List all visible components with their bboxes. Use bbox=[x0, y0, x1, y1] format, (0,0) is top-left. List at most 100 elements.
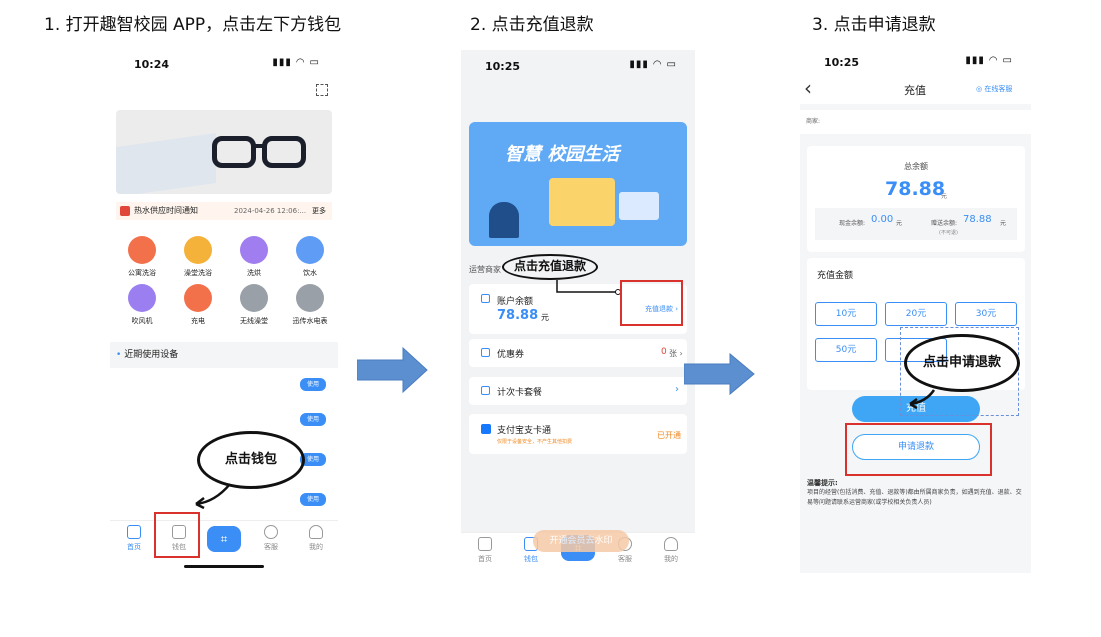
service-item[interactable]: 饮水 bbox=[284, 236, 336, 278]
amount-title: 充值金额 bbox=[817, 271, 854, 281]
amount-option-20[interactable]: 20元 bbox=[885, 302, 947, 326]
status-bar: 10:24 ▮▮▮ ◠ ▭ bbox=[110, 48, 338, 76]
status-time: 10:24 bbox=[134, 58, 170, 71]
operator-label: 运营商家 bbox=[469, 265, 501, 274]
chat-icon bbox=[264, 525, 278, 539]
service-item[interactable]: 无线澡堂 bbox=[228, 284, 280, 326]
scan-icon: ⌗ bbox=[220, 532, 228, 546]
service-item[interactable]: 吹风机 bbox=[116, 284, 168, 326]
step-3-title: 3. 点击申请退款 bbox=[812, 15, 936, 35]
service-item[interactable]: 公寓洗浴 bbox=[116, 236, 168, 278]
package-label: 计次卡套餐 bbox=[497, 388, 543, 398]
highlight-box-wallet bbox=[154, 512, 200, 558]
user-icon bbox=[664, 537, 678, 551]
service-label: 饮水 bbox=[303, 269, 317, 277]
tab-service[interactable]: 客服 bbox=[251, 525, 291, 552]
service-icon bbox=[296, 284, 324, 312]
service-item[interactable]: 洗烘 bbox=[228, 236, 280, 278]
balance-breakdown: 现金余额: 0.00 元 赠送余额: 78.88 元 (不可退) bbox=[815, 208, 1017, 240]
user-icon bbox=[309, 525, 323, 539]
use-button[interactable]: 使用 bbox=[300, 413, 326, 426]
balance-label: 账户余额 bbox=[497, 297, 534, 307]
service-label: 迅传水电表 bbox=[292, 317, 328, 325]
amount-option-50[interactable]: 50元 bbox=[815, 338, 877, 362]
step-2-title: 2. 点击充值退款 bbox=[470, 15, 594, 35]
cash-unit: 元 bbox=[896, 220, 903, 227]
cash-value: 0.00 bbox=[871, 214, 894, 225]
gift-note: (不可退) bbox=[939, 230, 958, 236]
alipay-label: 支付宝支卡通 bbox=[497, 426, 552, 436]
service-icon bbox=[184, 284, 212, 312]
home-icon bbox=[478, 537, 492, 551]
status-bar: 10:25 ▮▮▮ ◠ ▭ bbox=[461, 50, 695, 78]
merchant-label: 商家: bbox=[806, 118, 821, 125]
highlight-box-apply-refund bbox=[845, 423, 992, 476]
status-time: 10:25 bbox=[485, 60, 521, 73]
notice-date: 2024-04-26 12:06:... bbox=[234, 207, 307, 215]
headset-icon: ◎ bbox=[976, 85, 983, 93]
service-icon bbox=[128, 236, 156, 264]
tips-text: 项目的经营(包括消费、充值、退款等)都由所属商家负责，如遇到充值、退款、交易等问… bbox=[807, 489, 1022, 506]
alipay-icon bbox=[481, 424, 491, 434]
tips-title: 温馨提示: bbox=[807, 479, 838, 487]
speaker-icon bbox=[120, 206, 130, 216]
service-label: 澡堂洗浴 bbox=[184, 269, 212, 277]
service-label: 洗烘 bbox=[247, 269, 261, 277]
status-time: 10:25 bbox=[824, 56, 860, 69]
banner-person-illustration bbox=[489, 202, 519, 238]
highlight-box-recharge-refund bbox=[620, 280, 683, 326]
gift-label: 赠送余额: bbox=[931, 220, 958, 227]
service-label: 公寓洗浴 bbox=[128, 269, 156, 277]
signal-wifi-battery-icon: ▮▮▮ ◠ ▭ bbox=[272, 57, 320, 68]
service-item[interactable]: 充电 bbox=[172, 284, 224, 326]
package-row[interactable]: 计次卡套餐 › bbox=[469, 377, 687, 405]
recent-devices-header: • 近期使用设备 bbox=[110, 342, 338, 368]
annotation-arrow bbox=[556, 280, 621, 295]
phone-3-screen: 10:25 ▮▮▮ ◠ ▭ ‹ 充值 ◎ 在线客服 商家: 总余额 78.88 … bbox=[800, 46, 1031, 573]
coupon-row[interactable]: 优惠券 0 张 › bbox=[469, 339, 687, 367]
page-title: 充值 bbox=[904, 84, 926, 97]
tab-mine[interactable]: 我的 bbox=[651, 537, 691, 564]
alipay-status: 已开通 bbox=[657, 431, 681, 440]
service-item[interactable]: 迅传水电表 bbox=[284, 284, 336, 326]
signal-wifi-battery-icon: ▮▮▮ ◠ ▭ bbox=[629, 59, 677, 70]
watermark-pill[interactable]: 开通会员去水印 bbox=[533, 530, 629, 552]
home-banner[interactable] bbox=[116, 110, 332, 194]
coupon-icon bbox=[481, 348, 490, 357]
annotation-bubble: 点击充值退款 bbox=[502, 254, 598, 280]
service-icon bbox=[240, 236, 268, 264]
service-label: 充电 bbox=[191, 317, 205, 325]
scan-corner-icon[interactable] bbox=[316, 84, 328, 96]
balance-value: 78.88 bbox=[497, 308, 539, 323]
banner-title: 智慧 校园生活 bbox=[505, 144, 620, 165]
gift-unit: 元 bbox=[1000, 220, 1007, 227]
smart-campus-banner[interactable]: 智慧 校园生活 bbox=[469, 122, 687, 246]
service-icon bbox=[240, 284, 268, 312]
banner-card-illustration bbox=[549, 178, 615, 226]
notice-text: 热水供应时间通知 bbox=[134, 206, 198, 215]
notice-bar[interactable]: 热水供应时间通知 2024-04-26 12:06:... 更多 bbox=[116, 202, 332, 220]
tab-home[interactable]: 首页 bbox=[114, 525, 154, 552]
total-value: 78.88 bbox=[885, 178, 946, 200]
scan-button[interactable]: ⌗ bbox=[207, 526, 241, 552]
alipay-card-row[interactable]: 支付宝支卡通 仅限于设备安全，不产生其他扣费 已开通 bbox=[469, 414, 687, 454]
tab-mine[interactable]: 我的 bbox=[296, 525, 336, 552]
annotation-arrow bbox=[909, 389, 936, 410]
nav-header: ‹ 充值 ◎ 在线客服 bbox=[800, 74, 1031, 104]
coupon-count: 0 bbox=[661, 347, 667, 357]
amount-option-30[interactable]: 30元 bbox=[955, 302, 1017, 326]
step-arrow-2 bbox=[684, 352, 755, 396]
signal-wifi-battery-icon: ▮▮▮ ◠ ▭ bbox=[965, 55, 1013, 66]
amount-option-10[interactable]: 10元 bbox=[815, 302, 877, 326]
online-service-link[interactable]: ◎ 在线客服 bbox=[976, 84, 1012, 94]
use-button[interactable]: 使用 bbox=[300, 378, 326, 391]
tab-home[interactable]: 首页 bbox=[465, 537, 505, 564]
use-button[interactable]: 使用 bbox=[300, 493, 326, 506]
back-button[interactable]: ‹ bbox=[804, 76, 812, 100]
recent-devices-title: 近期使用设备 bbox=[124, 350, 179, 360]
service-label: 无线澡堂 bbox=[240, 317, 268, 325]
glasses-bridge bbox=[254, 144, 264, 148]
service-item[interactable]: 澡堂洗浴 bbox=[172, 236, 224, 278]
total-label: 总余额 bbox=[904, 162, 928, 171]
notice-more-link[interactable]: 更多 bbox=[312, 202, 326, 220]
